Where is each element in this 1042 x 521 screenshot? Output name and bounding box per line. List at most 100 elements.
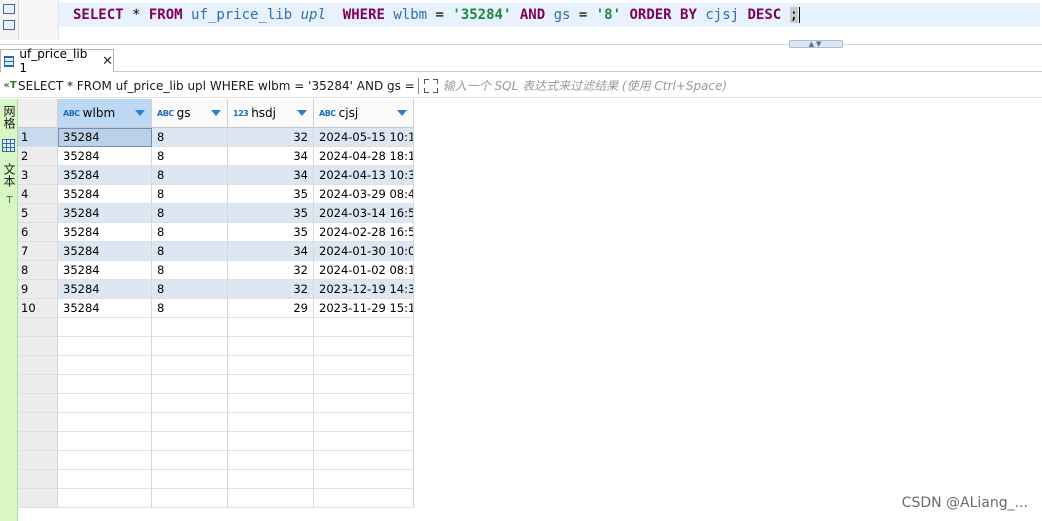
table-cell[interactable]: 35284 — [58, 299, 152, 318]
table-cell[interactable]: 8 — [152, 204, 228, 223]
splitter-handle[interactable]: ▲▼ — [789, 40, 843, 48]
table-cell[interactable] — [152, 394, 228, 413]
column-header-gs[interactable]: ABC gs — [152, 99, 228, 128]
table-cell[interactable]: 35284 — [58, 185, 152, 204]
row-number[interactable]: 1 — [18, 128, 58, 147]
table-cell[interactable]: 34 — [228, 242, 314, 261]
table-row[interactable]: 10 35284 8 29 2023-11-29 15:12 — [18, 299, 1042, 318]
table-cell[interactable]: 8 — [152, 166, 228, 185]
row-number[interactable] — [18, 489, 58, 508]
table-cell[interactable] — [152, 318, 228, 337]
table-cell[interactable] — [228, 470, 314, 489]
table-cell[interactable] — [58, 432, 152, 451]
table-cell[interactable]: 2024-03-14 16:58 — [314, 204, 414, 223]
table-cell[interactable]: 35284 — [58, 128, 152, 147]
table-cell[interactable] — [58, 356, 152, 375]
table-cell[interactable]: 8 — [152, 299, 228, 318]
table-cell[interactable] — [228, 432, 314, 451]
table-cell[interactable] — [228, 375, 314, 394]
table-cell[interactable]: 35 — [228, 185, 314, 204]
table-cell[interactable] — [228, 337, 314, 356]
filter-history-icon[interactable]: «T — [2, 80, 18, 91]
table-cell[interactable]: 35284 — [58, 242, 152, 261]
table-cell[interactable]: 35284 — [58, 280, 152, 299]
structure-icon[interactable] — [3, 20, 15, 30]
table-cell[interactable]: 2023-12-19 14:35 — [314, 280, 414, 299]
row-number[interactable]: 6 — [18, 223, 58, 242]
table-cell[interactable] — [228, 451, 314, 470]
table-cell[interactable]: 8 — [152, 242, 228, 261]
table-cell[interactable] — [228, 394, 314, 413]
row-number[interactable]: 10 — [18, 299, 58, 318]
row-number[interactable] — [18, 375, 58, 394]
row-number[interactable] — [18, 432, 58, 451]
table-cell[interactable]: 2024-01-02 08:15 — [314, 261, 414, 280]
table-cell[interactable] — [228, 413, 314, 432]
row-number[interactable]: 3 — [18, 166, 58, 185]
expand-icon[interactable] — [423, 78, 438, 93]
table-cell[interactable]: 35284 — [58, 261, 152, 280]
table-cell[interactable]: 32 — [228, 280, 314, 299]
row-number[interactable]: 2 — [18, 147, 58, 166]
grid-view-toggle[interactable]: 网格 — [1, 105, 17, 129]
table-cell[interactable]: 35 — [228, 204, 314, 223]
table-cell[interactable] — [152, 489, 228, 508]
sql-editor-text[interactable]: SELECT * FROM uf_price_lib upl WHERE wlb… — [73, 6, 801, 24]
table-row[interactable]: 5 35284 8 35 2024-03-14 16:58 — [18, 204, 1042, 223]
table-cell[interactable] — [152, 451, 228, 470]
row-number[interactable]: 4 — [18, 185, 58, 204]
table-cell[interactable] — [228, 356, 314, 375]
table-cell[interactable] — [152, 356, 228, 375]
table-cell[interactable]: 32 — [228, 128, 314, 147]
table-cell[interactable]: 34 — [228, 147, 314, 166]
row-number-header[interactable] — [18, 99, 58, 128]
table-row[interactable]: 4 35284 8 35 2024-03-29 08:49 — [18, 185, 1042, 204]
table-cell[interactable] — [58, 413, 152, 432]
table-cell[interactable] — [314, 394, 414, 413]
table-cell[interactable]: 34 — [228, 166, 314, 185]
table-row[interactable]: 7 35284 8 34 2024-01-30 10:06 — [18, 242, 1042, 261]
sort-dropdown-icon[interactable] — [135, 110, 145, 116]
tab-results[interactable]: uf_price_lib 1 ✕ — [0, 47, 114, 75]
grid-icon[interactable] — [2, 139, 15, 152]
row-number[interactable]: 5 — [18, 204, 58, 223]
table-cell[interactable] — [58, 451, 152, 470]
row-number[interactable] — [18, 337, 58, 356]
row-number[interactable] — [18, 356, 58, 375]
table-cell[interactable] — [152, 470, 228, 489]
table-cell[interactable]: 35 — [228, 223, 314, 242]
table-cell[interactable]: 2024-04-28 18:13 — [314, 147, 414, 166]
table-cell[interactable] — [58, 337, 152, 356]
table-row[interactable]: 1 35284 8 32 2024-05-15 10:10 — [18, 128, 1042, 147]
table-cell[interactable] — [58, 375, 152, 394]
outline-icon[interactable] — [3, 4, 15, 14]
table-cell[interactable] — [314, 318, 414, 337]
column-header-cjsj[interactable]: ABC cjsj — [314, 99, 414, 128]
table-cell[interactable] — [314, 470, 414, 489]
table-cell[interactable]: 8 — [152, 128, 228, 147]
table-cell[interactable]: 2024-04-13 10:33 — [314, 166, 414, 185]
table-cell[interactable] — [152, 432, 228, 451]
filter-input[interactable] — [442, 75, 1042, 96]
table-cell[interactable] — [58, 470, 152, 489]
row-number[interactable]: 8 — [18, 261, 58, 280]
table-cell[interactable]: 32 — [228, 261, 314, 280]
row-number[interactable] — [18, 451, 58, 470]
table-cell[interactable] — [152, 375, 228, 394]
table-cell[interactable]: 35284 — [58, 166, 152, 185]
sort-dropdown-icon[interactable] — [297, 110, 307, 116]
table-cell[interactable] — [314, 356, 414, 375]
table-row[interactable]: 2 35284 8 34 2024-04-28 18:13 — [18, 147, 1042, 166]
row-number[interactable] — [18, 413, 58, 432]
table-cell[interactable] — [228, 489, 314, 508]
table-cell[interactable] — [58, 394, 152, 413]
column-header-wlbm[interactable]: ABC wlbm — [58, 99, 152, 128]
table-cell[interactable]: 2023-11-29 15:12 — [314, 299, 414, 318]
row-number[interactable] — [18, 318, 58, 337]
table-cell[interactable]: 2024-02-28 16:57 — [314, 223, 414, 242]
table-cell[interactable] — [314, 413, 414, 432]
row-number[interactable] — [18, 394, 58, 413]
table-cell[interactable]: 8 — [152, 185, 228, 204]
table-cell[interactable] — [314, 337, 414, 356]
table-cell[interactable]: 35284 — [58, 204, 152, 223]
